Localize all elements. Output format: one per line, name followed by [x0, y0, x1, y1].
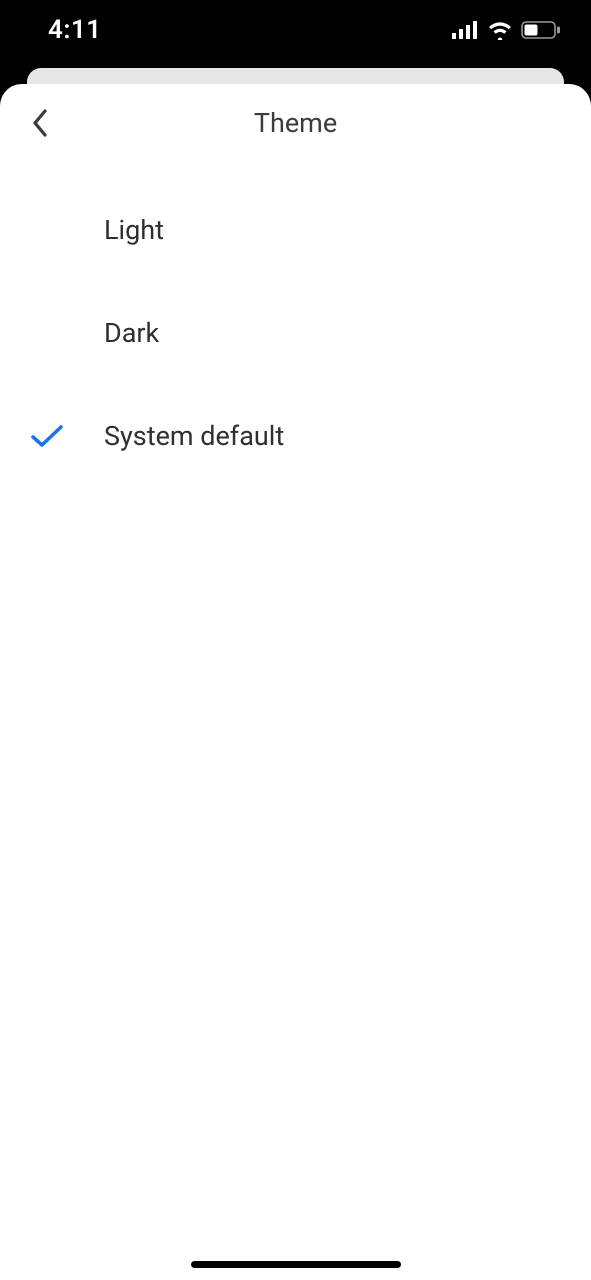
device-frame: 4:11: [0, 0, 591, 1280]
check-slot: [30, 423, 104, 449]
chevron-left-icon: [30, 107, 50, 139]
option-label: Light: [104, 214, 164, 246]
checkmark-icon: [30, 423, 64, 449]
home-indicator[interactable]: [191, 1261, 401, 1268]
back-button[interactable]: [18, 101, 62, 145]
status-bar: 4:11: [0, 0, 591, 60]
theme-option-light[interactable]: Light: [0, 178, 591, 281]
status-time: 4:11: [48, 15, 102, 45]
cellular-icon: [452, 21, 479, 39]
battery-icon: [521, 21, 561, 39]
theme-sheet: Theme Light Dark System default: [0, 84, 591, 1280]
theme-option-system-default[interactable]: System default: [0, 384, 591, 487]
page-title: Theme: [254, 107, 337, 139]
theme-option-dark[interactable]: Dark: [0, 281, 591, 384]
sheet-header: Theme: [0, 84, 591, 162]
option-label: System default: [104, 420, 284, 452]
status-icons: [452, 20, 561, 40]
wifi-icon: [487, 20, 513, 40]
option-label: Dark: [104, 317, 159, 349]
theme-options-list: Light Dark System default: [0, 162, 591, 487]
